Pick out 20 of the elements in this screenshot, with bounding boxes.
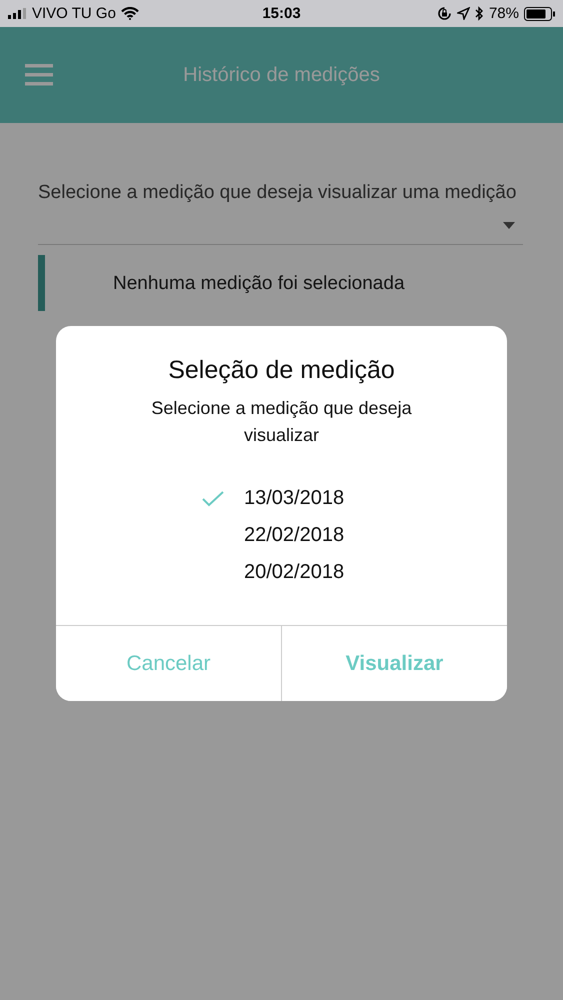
battery-icon (524, 6, 555, 20)
location-icon (456, 7, 470, 20)
menu-icon[interactable] (25, 63, 53, 87)
prompt-text: Selecione a medição que deseja visualizar uma medição (38, 181, 518, 205)
dialog-message: Selecione a medição que deseja visualizar (150, 397, 413, 447)
status-time: 15:03 (262, 5, 301, 22)
rotation-lock-icon (436, 6, 452, 21)
date-option[interactable]: 13/03/2018 (244, 485, 344, 512)
signal-icon (8, 8, 27, 19)
date-option[interactable]: 20/02/2018 (244, 559, 344, 586)
battery-percent: 78% (488, 5, 519, 22)
bluetooth-icon (474, 6, 484, 21)
accent-bar (38, 255, 45, 311)
wifi-icon (120, 7, 139, 20)
dialog-title: Seleção de medição (167, 356, 396, 385)
date-option[interactable]: 22/02/2018 (244, 522, 344, 549)
carrier-name: VIVO TU Go (32, 5, 116, 22)
screen-title: Histórico de medições (183, 64, 380, 86)
selection-message: Nenhuma medição foi selecionada (113, 273, 405, 296)
dropdown-caret-icon (503, 222, 515, 228)
